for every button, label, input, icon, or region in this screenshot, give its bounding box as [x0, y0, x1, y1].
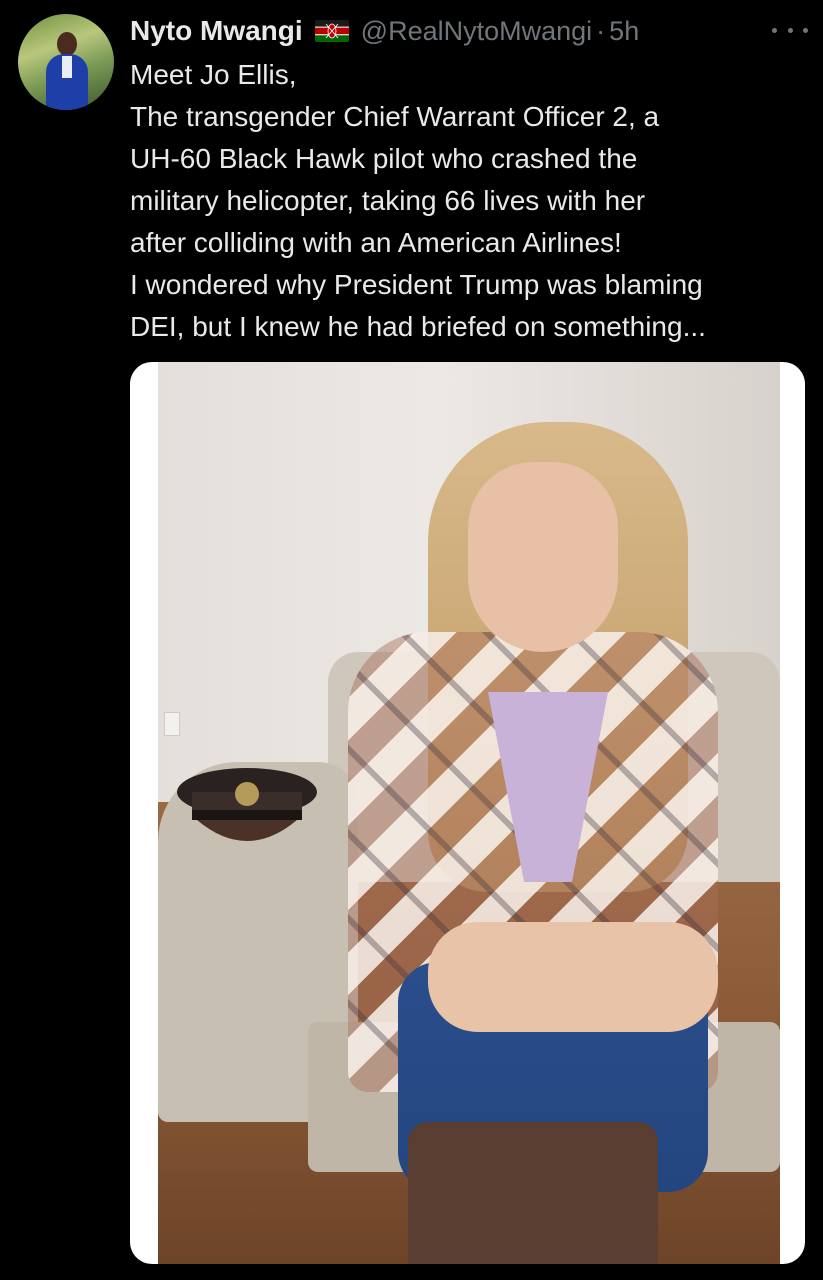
tweet-text-line: I wondered why President Trump was blami…: [130, 269, 703, 300]
avatar-shirt: [62, 56, 72, 78]
person-face: [468, 462, 618, 652]
tweet-photo: [158, 362, 780, 1264]
avatar-head: [57, 32, 77, 56]
author-name[interactable]: Nyto Mwangi: [130, 15, 303, 47]
officer-cap-icon: [177, 768, 317, 841]
more-dot: [803, 27, 808, 33]
kenya-flag-icon: [314, 20, 349, 42]
more-dot: [772, 27, 777, 33]
separator-dot: ·: [596, 15, 606, 46]
person-boots: [408, 1122, 658, 1264]
tweet[interactable]: Nyto Mwangi @RealNytoMwangi · 5h Meet Jo…: [0, 0, 823, 1280]
tweet-media[interactable]: [130, 362, 805, 1264]
wall-outlet: [164, 712, 180, 736]
person-hands: [428, 922, 718, 1032]
more-dot: [787, 27, 793, 33]
tweet-header: Nyto Mwangi @RealNytoMwangi · 5h: [130, 12, 639, 50]
tweet-text-line: UH-60 Black Hawk pilot who crashed the: [130, 143, 638, 174]
tweet-timestamp[interactable]: 5h: [609, 16, 639, 47]
more-options-icon[interactable]: [772, 18, 808, 42]
tweet-text-line: after colliding with an American Airline…: [130, 227, 622, 258]
tweet-text-line: military helicopter, taking 66 lives wit…: [130, 185, 646, 216]
tweet-text-line: Meet Jo Ellis,: [130, 59, 297, 90]
tweet-text: Meet Jo Ellis, The transgender Chief War…: [130, 54, 810, 348]
tweet-text-line: The transgender Chief Warrant Officer 2,…: [130, 101, 660, 132]
author-avatar[interactable]: [18, 14, 114, 110]
author-handle[interactable]: @RealNytoMwangi: [361, 16, 593, 47]
tweet-text-line: DEI, but I knew he had briefed on someth…: [130, 311, 706, 342]
